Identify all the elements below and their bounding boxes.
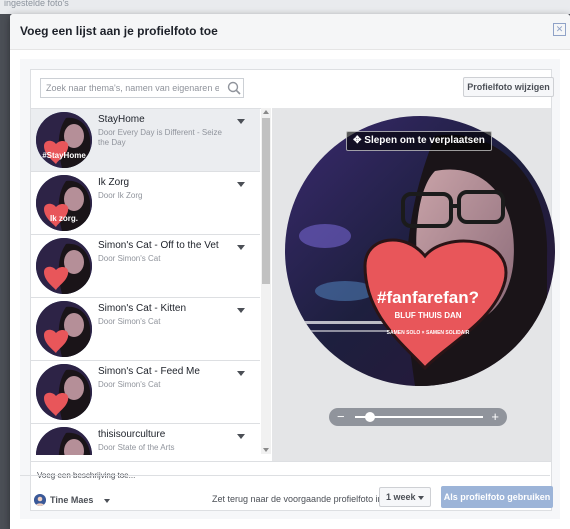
frame-thumbnail: #StayHome [36, 112, 92, 168]
frame-owner: Door Ik Zorg [98, 191, 143, 200]
frame-thumbnail-image [36, 427, 92, 455]
frame-list-scrollbar[interactable] [261, 108, 271, 454]
chevron-down-icon[interactable] [237, 119, 245, 124]
frame-owner: Door Simon's Cat [98, 254, 161, 263]
frame-owner: Door Simon's Cat [98, 317, 161, 326]
frame-title: Ik Zorg [98, 177, 130, 188]
profile-preview: #fanfarefan? BLUF THUIS DAN SAMEN SOLO ×… [272, 108, 555, 461]
scroll-up-icon[interactable] [263, 110, 269, 114]
frame-panel: Profielfoto wijzigen #StayHome StayHome Do… [30, 69, 555, 511]
revert-label: Zet terug naar de voorgaande profielfoto… [212, 494, 383, 504]
heart-tagline: SAMEN SOLO × SAMEN SOLIDAIR [386, 330, 470, 336]
frame-list-item[interactable]: Simon's Cat - Feed Me Door Simon's Cat [31, 361, 260, 424]
frame-thumbnail-image [36, 238, 92, 294]
chevron-down-icon[interactable] [237, 371, 245, 376]
preview-photo [285, 116, 555, 386]
frame-thumbnail [36, 238, 92, 294]
drag-to-reposition-label[interactable]: ✥ Slepen om te verplaatsen [346, 131, 492, 151]
change-profile-photo-button[interactable]: Profielfoto wijzigen [463, 77, 554, 97]
dialog-header: Voeg een lijst aan je profielfoto toe ✕ [10, 14, 570, 50]
zoom-in-icon[interactable]: + [491, 408, 499, 426]
frame-thumbnail-image [36, 301, 92, 357]
description-row [31, 461, 551, 486]
avatar [34, 494, 46, 506]
revert-duration-select[interactable]: 1 week [379, 487, 431, 507]
frame-list: #StayHome StayHome Door Every Day is Diffe… [31, 108, 271, 455]
frame-title: thisisourculture [98, 429, 166, 440]
drag-label-text: Slepen om te verplaatsen [364, 135, 485, 146]
footer-divider [20, 475, 550, 476]
close-icon[interactable]: ✕ [553, 23, 566, 36]
frame-title: Simon's Cat - Feed Me [98, 366, 200, 377]
frame-dialog: Voeg een lijst aan je profielfoto toe ✕ … [10, 14, 570, 529]
scroll-thumb[interactable] [262, 118, 270, 284]
frame-owner: Door Every Day is Different - Seize the … [98, 128, 222, 147]
frame-owner: Door Simon's Cat [98, 380, 161, 389]
frame-list-item[interactable]: #StayHome StayHome Door Every Day is Diffe… [31, 109, 260, 172]
chevron-down-icon[interactable] [237, 308, 245, 313]
search-input[interactable] [40, 78, 244, 98]
page-backdrop: ingestelde foto's [0, 0, 570, 14]
chevron-down-icon [104, 499, 110, 503]
chevron-down-icon[interactable] [237, 245, 245, 250]
frame-title: Simon's Cat - Kitten [98, 303, 187, 314]
dialog-body: Profielfoto wijzigen #StayHome StayHome Do… [20, 59, 560, 519]
scroll-down-icon[interactable] [263, 448, 269, 452]
frame-thumbnail [36, 427, 92, 455]
search-row: Profielfoto wijzigen [31, 70, 554, 106]
frame-title: StayHome [98, 114, 145, 125]
backdrop-text: ingestelde foto's [4, 0, 69, 8]
frame-list-item[interactable]: Ik zorg. Ik Zorg Door Ik Zorg [31, 172, 260, 235]
frame-thumbnail [36, 364, 92, 420]
move-icon: ✥ [353, 135, 362, 146]
frame-thumbnail-badge: #StayHome [42, 151, 86, 160]
heart-title: #fanfarefan? [376, 288, 480, 307]
search-icon[interactable] [227, 81, 241, 95]
frame-list-item[interactable]: Simon's Cat - Kitten Door Simon's Cat [31, 298, 260, 361]
chevron-down-icon[interactable] [237, 182, 245, 187]
chevron-down-icon [418, 496, 424, 500]
frame-thumbnail-image [36, 364, 92, 420]
frame-title: Simon's Cat - Off to the Vet [98, 240, 219, 251]
frame-thumbnail: Ik zorg. [36, 175, 92, 231]
frame-thumbnail-badge: Ik zorg. [49, 214, 78, 223]
frame-thumbnail [36, 301, 92, 357]
dialog-title: Voeg een lijst aan je profielfoto toe [20, 24, 218, 38]
frame-list-item[interactable]: Simon's Cat - Off to the Vet Door Simon's… [31, 235, 260, 298]
zoom-out-icon[interactable]: − [337, 408, 345, 426]
dialog-footer: Tine Maes Zet terug naar de voorgaande p… [20, 484, 553, 516]
zoom-slider[interactable]: − + [329, 408, 507, 426]
zoom-handle[interactable] [365, 412, 376, 422]
frame-owner: Door State of the Arts [98, 443, 175, 452]
user-name: Tine Maes [50, 495, 94, 505]
frame-list-item[interactable]: thisisourculture Door State of the Arts [31, 424, 260, 455]
profile-photo-preview[interactable]: #fanfarefan? BLUF THUIS DAN SAMEN SOLO ×… [285, 116, 555, 386]
duration-value: 1 week [386, 492, 416, 502]
chevron-down-icon[interactable] [237, 434, 245, 439]
use-as-profile-photo-button[interactable]: Als profielfoto gebruiken [441, 486, 553, 508]
heart-subtitle: BLUF THUIS DAN [394, 311, 462, 320]
